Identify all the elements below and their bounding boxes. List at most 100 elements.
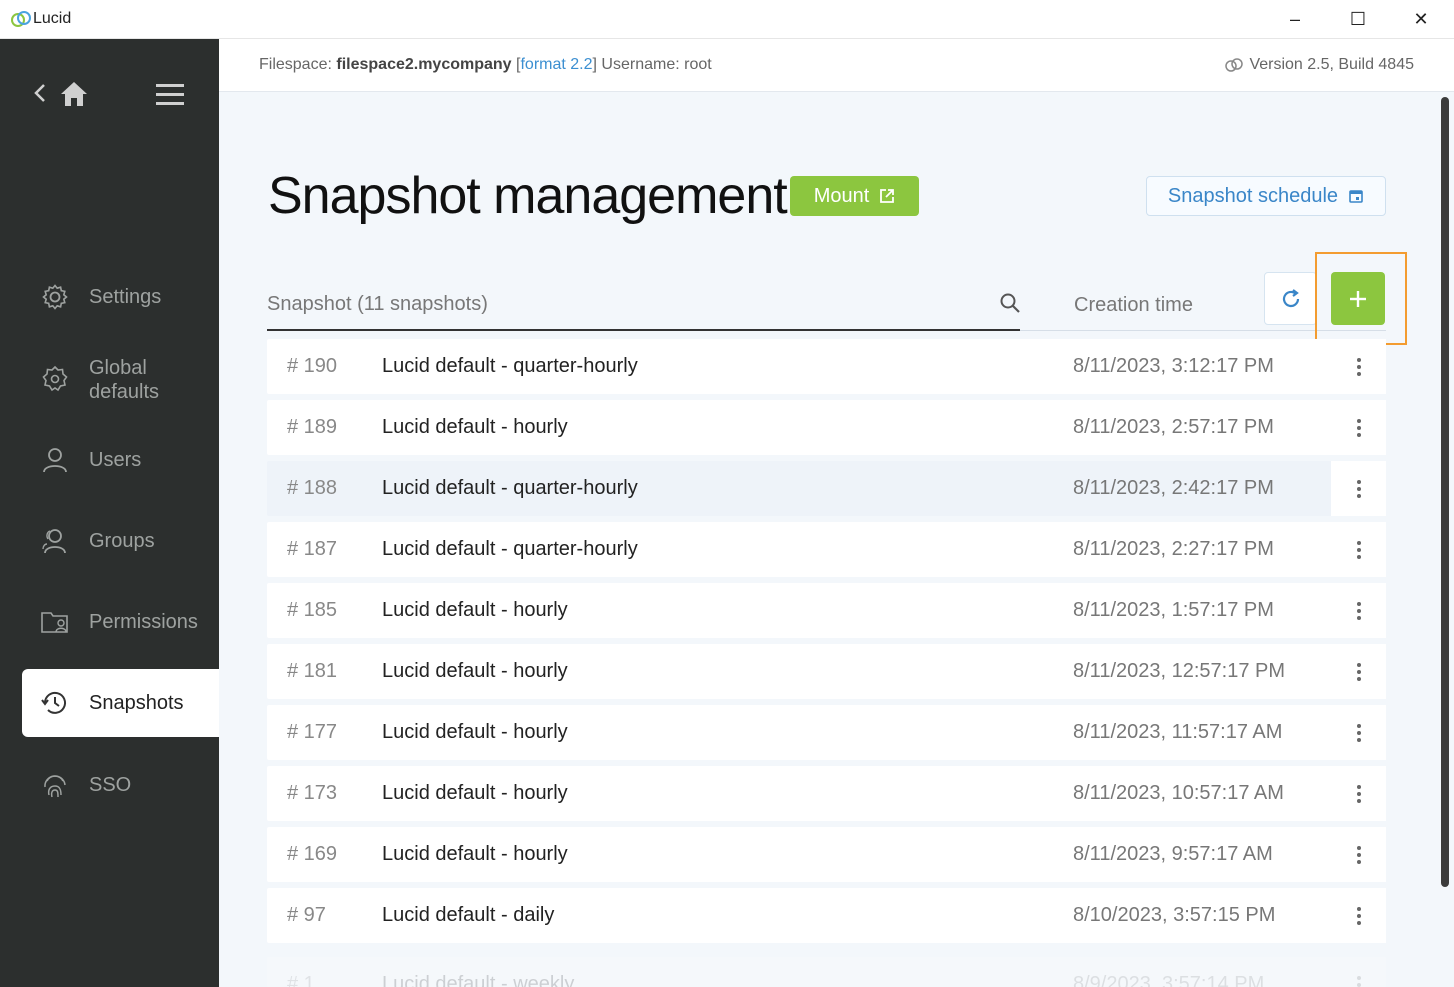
snapshot-time: 8/11/2023, 12:57:17 PM: [1073, 660, 1286, 682]
snapshot-id: # 181: [287, 660, 338, 682]
more-options-button[interactable]: [1331, 339, 1386, 394]
calendar-icon: [1349, 190, 1363, 203]
snapshot-time: 8/11/2023, 2:57:17 PM: [1073, 416, 1274, 438]
snapshot-row[interactable]: # 189 Lucid default - hourly 8/11/2023, …: [267, 400, 1386, 455]
badge-gear-icon: [40, 364, 70, 394]
sidebar-item-settings[interactable]: Settings: [22, 274, 219, 320]
snapshot-id: # 97: [287, 904, 326, 926]
search-input[interactable]: [267, 286, 987, 322]
kebab-menu-icon: [1356, 479, 1361, 498]
creation-time-label: Creation time: [1074, 294, 1193, 316]
snapshot-name: Lucid default - daily: [382, 904, 555, 926]
kebab-menu-icon: [1356, 723, 1361, 742]
snapshot-name: Lucid default - weekly: [382, 973, 575, 987]
snapshot-row[interactable]: # 188 Lucid default - quarter-hourly 8/1…: [267, 461, 1386, 516]
snapshot-time: 8/11/2023, 10:57:17 AM: [1073, 782, 1284, 804]
kebab-menu-icon: [1356, 906, 1361, 925]
sidebar-item-snapshots[interactable]: Snapshots: [22, 669, 219, 737]
snapshot-row[interactable]: # 177 Lucid default - hourly 8/11/2023, …: [267, 705, 1386, 760]
plus-icon: [1350, 290, 1366, 307]
sidebar-item-label: Permissions: [89, 611, 198, 633]
add-snapshot-button[interactable]: [1331, 272, 1385, 325]
more-options-button[interactable]: [1331, 888, 1386, 943]
filespace-info: Filespace: filespace2.mycompany [format …: [259, 56, 712, 74]
snapshot-name: Lucid default - hourly: [382, 599, 568, 621]
snapshot-name: Lucid default - hourly: [382, 416, 568, 438]
schedule-label: Snapshot schedule: [1167, 184, 1339, 207]
snapshot-row[interactable]: # 169 Lucid default - hourly 8/11/2023, …: [267, 827, 1386, 882]
kebab-menu-icon: [1356, 540, 1361, 559]
snapshot-time: 8/11/2023, 9:57:17 AM: [1073, 843, 1273, 865]
filespace-name: filespace2.mycompany: [336, 56, 512, 73]
search-icon[interactable]: [999, 292, 1021, 314]
sidebar-item-label: Settings: [89, 286, 162, 308]
snapshot-time: 8/11/2023, 2:27:17 PM: [1073, 538, 1274, 560]
hamburger-menu-icon[interactable]: [154, 81, 186, 107]
snapshot-schedule-button[interactable]: Snapshot schedule: [1146, 176, 1386, 216]
snapshot-row[interactable]: # 190 Lucid default - quarter-hourly 8/1…: [267, 339, 1386, 394]
kebab-menu-icon: [1356, 662, 1361, 681]
scrollbar[interactable]: [1441, 97, 1449, 887]
window-titlebar: Lucid – ☐ ✕: [0, 0, 1454, 39]
snapshot-search: [267, 282, 1020, 331]
maximize-button[interactable]: ☐: [1327, 0, 1389, 39]
window-title: Lucid: [33, 10, 72, 27]
close-button[interactable]: ✕: [1390, 0, 1452, 39]
snapshot-id: # 189: [287, 416, 338, 438]
more-options-button[interactable]: [1331, 705, 1386, 760]
snapshot-row[interactable]: # 181 Lucid default - hourly 8/11/2023, …: [267, 644, 1386, 699]
snapshot-time: 8/9/2023, 3:57:14 PM: [1073, 973, 1265, 987]
snapshot-row[interactable]: # 187 Lucid default - quarter-hourly 8/1…: [267, 522, 1386, 577]
snapshot-time: 8/11/2023, 11:57:17 AM: [1073, 721, 1283, 743]
mount-button[interactable]: Mount: [790, 176, 919, 216]
external-link-icon: [880, 189, 895, 203]
snapshot-name: Lucid default - hourly: [382, 721, 568, 743]
label-line: defaults: [89, 381, 160, 403]
fingerprint-icon: [40, 770, 70, 800]
snapshot-name: Lucid default - quarter-hourly: [382, 477, 638, 499]
sidebar-item-users[interactable]: Users: [22, 437, 219, 483]
sidebar-item-permissions[interactable]: Permissions: [22, 599, 219, 645]
sidebar-item-label: Groups: [89, 530, 155, 552]
mount-label: Mount: [813, 184, 870, 207]
more-options-button[interactable]: [1331, 522, 1386, 577]
kebab-menu-icon: [1356, 784, 1361, 803]
snapshot-time: 8/11/2023, 1:57:17 PM: [1073, 599, 1274, 621]
refresh-icon: [1282, 288, 1299, 307]
snapshot-row[interactable]: # 173 Lucid default - hourly 8/11/2023, …: [267, 766, 1386, 821]
snapshot-name: Lucid default - hourly: [382, 782, 568, 804]
more-options-button[interactable]: [1331, 400, 1386, 455]
filespace-info-bar: Filespace: filespace2.mycompany [format …: [219, 39, 1454, 92]
more-options-button[interactable]: [1331, 644, 1386, 699]
snapshot-id: # 185: [287, 599, 338, 621]
more-options-button[interactable]: [1331, 827, 1386, 882]
sidebar-item-sso[interactable]: SSO: [22, 762, 219, 808]
snapshot-id: # 190: [287, 355, 338, 377]
sidebar-item-groups[interactable]: Groups: [22, 518, 219, 564]
sidebar-item-label: Snapshots: [89, 692, 184, 714]
snapshot-time: 8/11/2023, 3:12:17 PM: [1073, 355, 1274, 377]
snapshot-row[interactable]: # 1 Lucid default - weekly 8/9/2023, 3:5…: [267, 957, 1386, 987]
back-chevron-icon[interactable]: [32, 81, 48, 105]
gear-icon: [40, 282, 70, 312]
home-icon[interactable]: [58, 79, 90, 109]
snapshot-id: # 177: [287, 721, 338, 743]
more-options-button[interactable]: [1331, 957, 1386, 987]
lucid-logo-icon: [11, 11, 31, 27]
format-bracket-close: ]: [592, 56, 597, 73]
sidebar-item-global-defaults[interactable]: Global defaults: [22, 350, 219, 408]
format-link[interactable]: format 2.2: [520, 56, 592, 73]
snapshot-name: Lucid default - hourly: [382, 660, 568, 682]
filespace-label: Filespace:: [259, 56, 332, 73]
minimize-button[interactable]: –: [1264, 0, 1326, 39]
more-options-button[interactable]: [1331, 461, 1386, 516]
version-info: Version 2.5, Build 4845: [1225, 56, 1414, 74]
more-options-button[interactable]: [1331, 583, 1386, 638]
sidebar-item-label: Global defaults: [89, 356, 159, 404]
snapshot-row[interactable]: # 97 Lucid default - daily 8/10/2023, 3:…: [267, 888, 1386, 943]
refresh-button[interactable]: [1264, 272, 1317, 325]
more-options-button[interactable]: [1331, 766, 1386, 821]
snapshot-id: # 169: [287, 843, 338, 865]
snapshot-id: # 187: [287, 538, 338, 560]
snapshot-row[interactable]: # 185 Lucid default - hourly 8/11/2023, …: [267, 583, 1386, 638]
